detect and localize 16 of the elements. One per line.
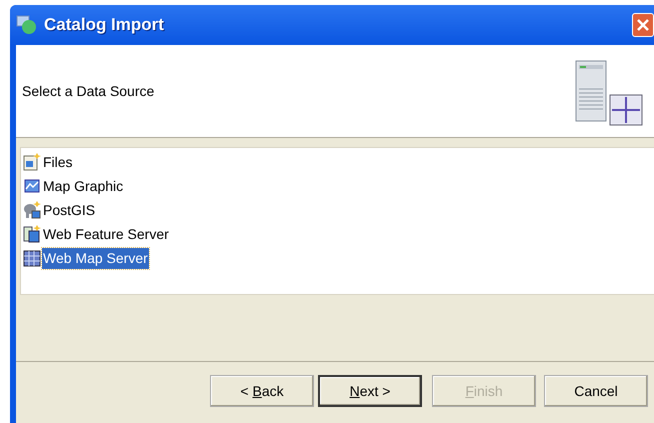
list-item[interactable]: Web Feature Server — [42, 224, 170, 244]
file-icon — [23, 153, 41, 171]
list-item[interactable]: Web Map Server — [42, 248, 149, 268]
grid-map-icon — [23, 249, 41, 267]
page-title: Select a Data Source — [22, 82, 154, 100]
wizard-button[interactable]: Next > — [318, 375, 422, 407]
layers-icon — [23, 225, 41, 243]
close-button[interactable] — [632, 13, 654, 37]
wizard-button[interactable]: < Back — [210, 375, 314, 407]
window-title: Catalog Import — [44, 14, 164, 36]
picture-frame-icon — [23, 177, 41, 195]
list-item[interactable]: Map Graphic — [42, 176, 124, 196]
list-item[interactable]: Files — [42, 152, 74, 172]
list-item[interactable]: PostGIS — [42, 200, 96, 220]
close-icon — [637, 19, 649, 31]
wizard-button[interactable]: Cancel — [544, 375, 648, 407]
